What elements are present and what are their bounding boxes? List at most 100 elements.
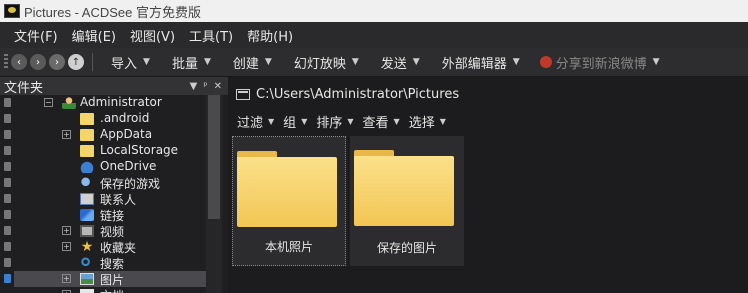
folder-icon: [354, 150, 454, 226]
group-button[interactable]: 组 ▼: [283, 112, 307, 131]
caret-down-icon: ▼: [347, 116, 354, 126]
current-path[interactable]: C:\Users\Administrator\Pictures: [256, 87, 459, 102]
caret-down-icon: ▼: [439, 116, 446, 126]
star-icon: ★: [80, 239, 94, 255]
tree-item-label: 收藏夹: [100, 241, 137, 255]
tree-item-label: LocalStorage: [100, 143, 179, 157]
up-arrow-icon[interactable]: ↑: [68, 54, 84, 70]
forward-icon[interactable]: ›: [30, 54, 46, 70]
gutter-marker: [4, 146, 11, 155]
expand-icon[interactable]: +: [62, 130, 71, 139]
folder-icon: [80, 145, 94, 157]
tree-item-pictures[interactable]: + 图片: [14, 271, 206, 287]
tree-gutter: [0, 95, 14, 293]
tree-item-searches[interactable]: 搜索: [14, 255, 206, 271]
tree-item-contacts[interactable]: 联系人: [14, 191, 206, 207]
window-title: Pictures - ACDSee 官方免费版: [24, 4, 201, 20]
select-label: 选择: [408, 115, 435, 131]
tree-item-android[interactable]: .android: [14, 111, 206, 127]
slideshow-button[interactable]: 幻灯放映 ▼: [294, 53, 359, 72]
panel-menu-icon[interactable]: ▼: [190, 81, 198, 92]
expand-icon[interactable]: +: [62, 226, 71, 235]
caret-down-icon: ▼: [412, 57, 420, 67]
external-editor-button[interactable]: 外部编辑器 ▼: [442, 53, 520, 72]
tree-item-links[interactable]: 链接: [14, 207, 206, 223]
tree-item-label: 图片: [100, 273, 125, 287]
gutter-marker: [4, 258, 11, 267]
select-button[interactable]: 选择 ▼: [409, 112, 446, 131]
scrollbar-thumb[interactable]: [208, 95, 220, 219]
tree-item-localstorage[interactable]: LocalStorage: [14, 143, 206, 159]
menu-help[interactable]: 帮助(H): [247, 26, 293, 45]
tree-item-onedrive[interactable]: OneDrive: [14, 159, 206, 175]
thumbnail-label: 保存的图片: [376, 241, 437, 255]
expand-icon[interactable]: +: [62, 242, 71, 251]
send-button[interactable]: 发送 ▼: [381, 53, 420, 72]
title-bar: Pictures - ACDSee 官方免费版: [0, 0, 748, 22]
user-icon: [62, 97, 76, 109]
tree-item-administrator[interactable]: − Administrator: [14, 95, 206, 111]
menu-edit[interactable]: 编辑(E): [72, 26, 116, 45]
share-weibo-label: 分享到新浪微博: [555, 56, 647, 72]
tree-item-label: OneDrive: [100, 159, 157, 173]
pin-icon[interactable]: ᵖ: [203, 81, 207, 92]
link-icon: [80, 209, 94, 221]
tree-item-label: .android: [100, 111, 150, 125]
gutter-marker: [4, 98, 11, 107]
contact-icon: [80, 193, 94, 205]
filter-button[interactable]: 过滤 ▼: [237, 112, 274, 131]
tree-item-label: 文档: [100, 287, 124, 293]
folder-icon: [80, 113, 94, 125]
caret-down-icon: ▼: [264, 57, 272, 67]
video-icon: [80, 225, 94, 237]
tree-item-label: 链接: [100, 209, 125, 223]
expand-icon[interactable]: +: [62, 274, 71, 283]
gutter-marker: [4, 242, 11, 251]
tree-item-videos[interactable]: + 视频: [14, 223, 206, 239]
folder-icon: [80, 129, 94, 141]
import-label: 导入: [111, 56, 138, 72]
caret-down-icon: ▼: [351, 57, 359, 67]
batch-button[interactable]: 批量 ▼: [172, 53, 211, 72]
folder-thumbnail[interactable]: 本机照片: [232, 136, 346, 266]
back-icon[interactable]: ‹: [11, 54, 27, 70]
folder-tree-scrollbar[interactable]: [206, 95, 222, 293]
collapse-icon[interactable]: −: [44, 98, 53, 107]
create-button[interactable]: 创建 ▼: [233, 53, 272, 72]
game-icon: [80, 177, 94, 189]
folders-panel-title: 文件夹: [4, 80, 44, 96]
close-icon[interactable]: ✕: [214, 81, 222, 92]
sort-button[interactable]: 排序 ▼: [316, 112, 353, 131]
menu-view[interactable]: 视图(V): [130, 26, 175, 45]
folders-panel: 文件夹 ▼ ᵖ ✕ − Administrator .android + App…: [0, 77, 228, 293]
forward-next-icon[interactable]: ›: [49, 54, 65, 70]
tree-item-appdata[interactable]: + AppData: [14, 127, 206, 143]
import-button[interactable]: 导入 ▼: [111, 53, 150, 72]
tree-item-label: 视频: [100, 225, 125, 239]
batch-label: 批量: [171, 56, 198, 72]
tree-item-label: 保存的游戏: [100, 177, 161, 191]
tree-item-label: Administrator: [80, 95, 162, 109]
caret-down-icon: ▼: [268, 116, 275, 126]
tree-item-favorites[interactable]: + ★ 收藏夹: [14, 239, 206, 255]
gutter-marker: [4, 226, 11, 235]
caret-down-icon: ▼: [203, 57, 211, 67]
slideshow-label: 幻灯放映: [293, 56, 346, 72]
folder-tree: − Administrator .android + AppData Local…: [14, 95, 206, 293]
view-button[interactable]: 查看 ▼: [363, 112, 400, 131]
weibo-icon: [539, 56, 552, 68]
tree-item-saved-games[interactable]: 保存的游戏: [14, 175, 206, 191]
thumbnail-label: 本机照片: [264, 240, 313, 254]
share-weibo-button[interactable]: 分享到新浪微博 ▼: [539, 53, 660, 72]
gutter-marker: [4, 194, 11, 203]
folders-panel-header: 文件夹 ▼ ᵖ ✕: [0, 77, 228, 96]
folder-icon: [237, 151, 337, 227]
toolbar-grip[interactable]: [4, 54, 8, 70]
folder-thumbnail[interactable]: 保存的图片: [350, 136, 464, 266]
gutter-marker: [4, 130, 11, 139]
file-browser: C:\Users\Administrator\Pictures 过滤 ▼ 组 ▼…: [229, 77, 748, 293]
menu-file[interactable]: 文件(F): [14, 26, 58, 45]
panel-controls: ▼ ᵖ ✕: [190, 81, 222, 92]
menu-tools[interactable]: 工具(T): [189, 26, 233, 45]
tree-item-documents[interactable]: + 文档: [14, 287, 206, 293]
